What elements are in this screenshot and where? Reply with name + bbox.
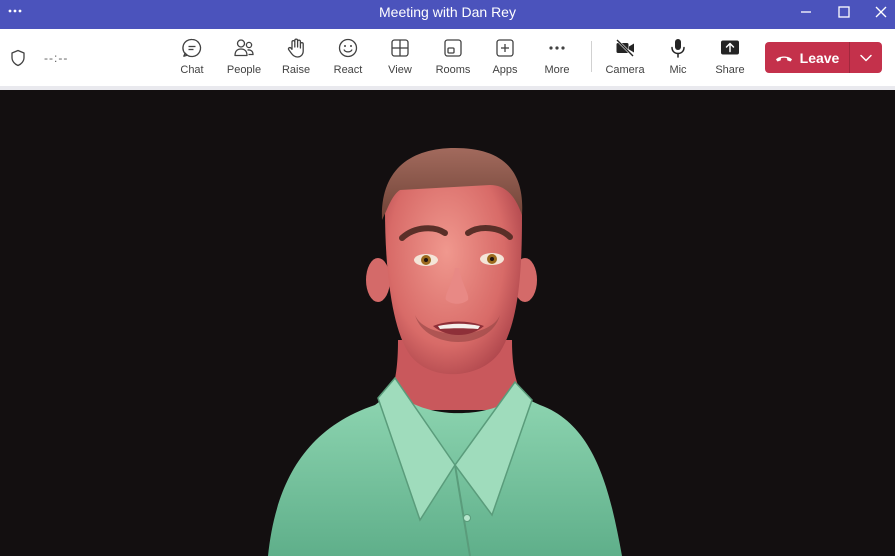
apps-button[interactable]: Apps (479, 37, 531, 81)
chat-label: Chat (180, 64, 204, 76)
raise-label: Raise (281, 64, 311, 76)
chat-icon (181, 37, 203, 59)
smiley-icon (337, 37, 359, 59)
grid-view-icon (389, 37, 411, 59)
toolbar-divider (591, 41, 592, 72)
microphone-icon (667, 37, 689, 59)
add-apps-icon (494, 37, 516, 59)
raise-hand-button[interactable]: Raise (270, 37, 322, 81)
camera-off-icon (614, 37, 636, 59)
meeting-toolbar: --:-- Chat People Raise React View Rooms… (0, 29, 895, 86)
view-label: View (388, 64, 412, 76)
people-icon (233, 37, 255, 59)
hang-up-icon (775, 53, 793, 63)
camera-button[interactable]: Camera (599, 37, 651, 81)
apps-label: Apps (492, 64, 518, 76)
more-dots-icon (546, 37, 568, 59)
chevron-down-icon (860, 54, 872, 61)
leave-dropdown-button[interactable] (850, 42, 882, 73)
leave-button-group: Leave (765, 42, 882, 73)
view-button[interactable]: View (374, 37, 426, 81)
leave-button[interactable]: Leave (765, 42, 849, 73)
camera-label: Camera (605, 64, 645, 76)
rooms-button[interactable]: Rooms (427, 37, 479, 81)
participant-avatar (268, 148, 622, 556)
mic-button[interactable]: Mic (652, 37, 704, 81)
rooms-label: Rooms (435, 64, 471, 76)
window-title: Meeting with Dan Rey (379, 4, 516, 20)
share-button[interactable]: Share (704, 37, 756, 81)
chat-button[interactable]: Chat (166, 37, 218, 81)
share-screen-icon (719, 37, 741, 59)
share-label: Share (715, 64, 745, 76)
people-label: People (226, 64, 262, 76)
mic-label: Mic (669, 64, 687, 76)
shield-icon (10, 49, 26, 67)
minimize-button[interactable] (791, 1, 821, 23)
minimize-icon (801, 11, 811, 13)
maximize-icon (838, 6, 850, 18)
close-button[interactable] (866, 1, 895, 23)
rooms-icon (442, 37, 464, 59)
people-button[interactable]: People (218, 37, 270, 81)
title-bar: Meeting with Dan Rey (0, 0, 895, 29)
react-label: React (333, 64, 363, 76)
react-button[interactable]: React (322, 37, 374, 81)
more-label: More (544, 64, 570, 76)
raise-hand-icon (285, 37, 307, 59)
close-icon (875, 6, 887, 18)
maximize-button[interactable] (829, 1, 859, 23)
video-stage (0, 90, 895, 556)
meeting-timer: --:-- (44, 51, 69, 65)
leave-label: Leave (799, 49, 840, 66)
more-button[interactable]: More (531, 37, 583, 81)
